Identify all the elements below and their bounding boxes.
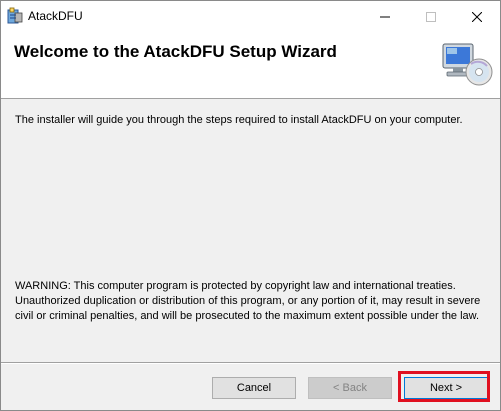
setup-window: AtackDFU Welcome to the AtackDFU Setup W… <box>0 0 501 411</box>
computer-cd-icon <box>442 43 493 86</box>
installer-app-icon <box>7 7 23 24</box>
back-button[interactable]: < Back <box>308 377 392 399</box>
intro-text: The installer will guide you through the… <box>15 114 463 126</box>
footer-divider-highlight <box>1 363 500 364</box>
wizard-title: Welcome to the AtackDFU Setup Wizard <box>14 42 337 61</box>
minimize-icon <box>380 16 390 17</box>
close-icon <box>472 11 482 22</box>
copyright-warning: WARNING: This computer program is protec… <box>15 280 481 322</box>
cancel-button[interactable]: Cancel <box>212 377 296 399</box>
maximize-button[interactable] <box>408 1 454 32</box>
title-bar[interactable]: AtackDFU <box>1 1 500 32</box>
next-button-highlight <box>398 371 490 402</box>
wizard-header: Welcome to the AtackDFU Setup Wizard <box>1 32 500 99</box>
maximize-icon <box>426 11 436 22</box>
minimize-button[interactable] <box>362 1 408 32</box>
close-button[interactable] <box>454 1 500 32</box>
window-title: AtackDFU <box>28 9 83 23</box>
